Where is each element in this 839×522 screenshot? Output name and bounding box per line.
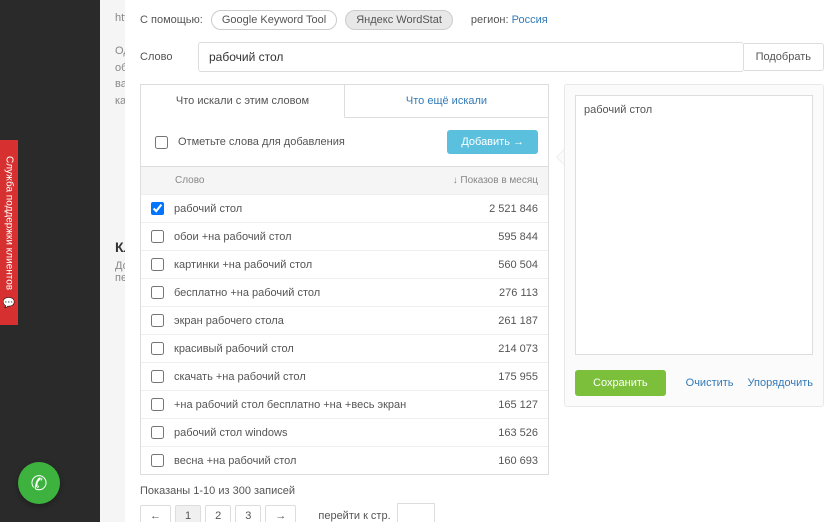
table-row: скачать +на рабочий стол175 955 — [141, 362, 548, 390]
row-checkbox[interactable] — [151, 202, 164, 215]
row-count: 163 526 — [438, 427, 538, 439]
row-count: 160 693 — [438, 455, 538, 467]
goto-input[interactable] — [397, 503, 435, 522]
select-all-checkbox[interactable] — [155, 136, 168, 149]
table-row: рабочий стол2 521 846 — [141, 194, 548, 222]
support-tab[interactable]: Служба поддержки клиентов — [0, 140, 18, 325]
order-link[interactable]: Упорядочить — [748, 377, 813, 389]
row-word: скачать +на рабочий стол — [174, 371, 438, 383]
row-count: 2 521 846 — [438, 203, 538, 215]
with-label: С помощью: — [140, 14, 203, 26]
word-input[interactable] — [198, 42, 744, 72]
speech-arrow-icon — [556, 149, 564, 165]
row-count: 276 113 — [438, 287, 538, 299]
add-button[interactable]: Добавить → — [447, 130, 538, 154]
call-button[interactable]: ✆ — [18, 462, 60, 504]
pager-info: Показаны 1-10 из 300 записей — [140, 475, 549, 503]
page-prev[interactable]: ← — [140, 505, 171, 522]
keywords-table: Слово ↓ Показов в месяц рабочий стол2 52… — [140, 167, 549, 475]
keyword-modal: С помощью: Google Keyword Tool Яндекс Wo… — [125, 0, 839, 522]
save-button[interactable]: Сохранить — [575, 370, 666, 396]
table-row: +на рабочий стол бесплатно +на +весь экр… — [141, 390, 548, 418]
table-row: красивый рабочий стол214 073 — [141, 334, 548, 362]
clear-link[interactable]: Очистить — [686, 377, 734, 389]
table-row: рабочий стол windows163 526 — [141, 418, 548, 446]
row-count: 595 844 — [438, 231, 538, 243]
table-row: картинки +на рабочий стол560 504 — [141, 250, 548, 278]
row-word: обои +на рабочий стол — [174, 231, 438, 243]
selected-keywords-textarea[interactable] — [575, 95, 813, 355]
word-label: Слово — [140, 51, 188, 63]
th-count[interactable]: ↓ Показов в месяц — [438, 175, 538, 186]
row-checkbox[interactable] — [151, 426, 164, 439]
page-next[interactable]: → — [265, 505, 296, 522]
row-checkbox[interactable] — [151, 286, 164, 299]
th-word[interactable]: Слово — [175, 175, 438, 186]
region-link[interactable]: Россия — [512, 14, 548, 26]
mark-text: Отметьте слова для добавления — [178, 136, 437, 148]
row-word: красивый рабочий стол — [174, 343, 438, 355]
table-row: обои +на рабочий стол595 844 — [141, 222, 548, 250]
page-3[interactable]: 3 — [235, 505, 261, 522]
row-word: бесплатно +на рабочий стол — [174, 287, 438, 299]
row-count: 261 187 — [438, 315, 538, 327]
row-count: 214 073 — [438, 343, 538, 355]
page-1[interactable]: 1 — [175, 505, 201, 522]
pick-button[interactable]: Подобрать — [744, 43, 824, 71]
row-checkbox[interactable] — [151, 230, 164, 243]
tab-searched-with[interactable]: Что искали с этим словом — [141, 85, 345, 118]
tabs: Что искали с этим словом Что ещё искали — [140, 84, 549, 118]
row-count: 175 955 — [438, 371, 538, 383]
row-word: +на рабочий стол бесплатно +на +весь экр… — [174, 399, 438, 411]
row-checkbox[interactable] — [151, 258, 164, 271]
row-word: экран рабочего стола — [174, 315, 438, 327]
table-row: экран рабочего стола261 187 — [141, 306, 548, 334]
row-word: рабочий стол — [174, 203, 438, 215]
row-checkbox[interactable] — [151, 398, 164, 411]
tool-google[interactable]: Google Keyword Tool — [211, 10, 337, 30]
row-word: рабочий стол windows — [174, 427, 438, 439]
page-2[interactable]: 2 — [205, 505, 231, 522]
tool-yandex[interactable]: Яндекс WordStat — [345, 10, 453, 30]
row-checkbox[interactable] — [151, 454, 164, 467]
table-row: весна +на рабочий стол160 693 — [141, 446, 548, 474]
row-count: 560 504 — [438, 259, 538, 271]
row-checkbox[interactable] — [151, 370, 164, 383]
row-word: весна +на рабочий стол — [174, 455, 438, 467]
tab-also-searched[interactable]: Что ещё искали — [345, 85, 548, 118]
row-count: 165 127 — [438, 399, 538, 411]
table-row: бесплатно +на рабочий стол276 113 — [141, 278, 548, 306]
row-word: картинки +на рабочий стол — [174, 259, 438, 271]
row-checkbox[interactable] — [151, 314, 164, 327]
phone-icon: ✆ — [31, 471, 48, 496]
row-checkbox[interactable] — [151, 342, 164, 355]
